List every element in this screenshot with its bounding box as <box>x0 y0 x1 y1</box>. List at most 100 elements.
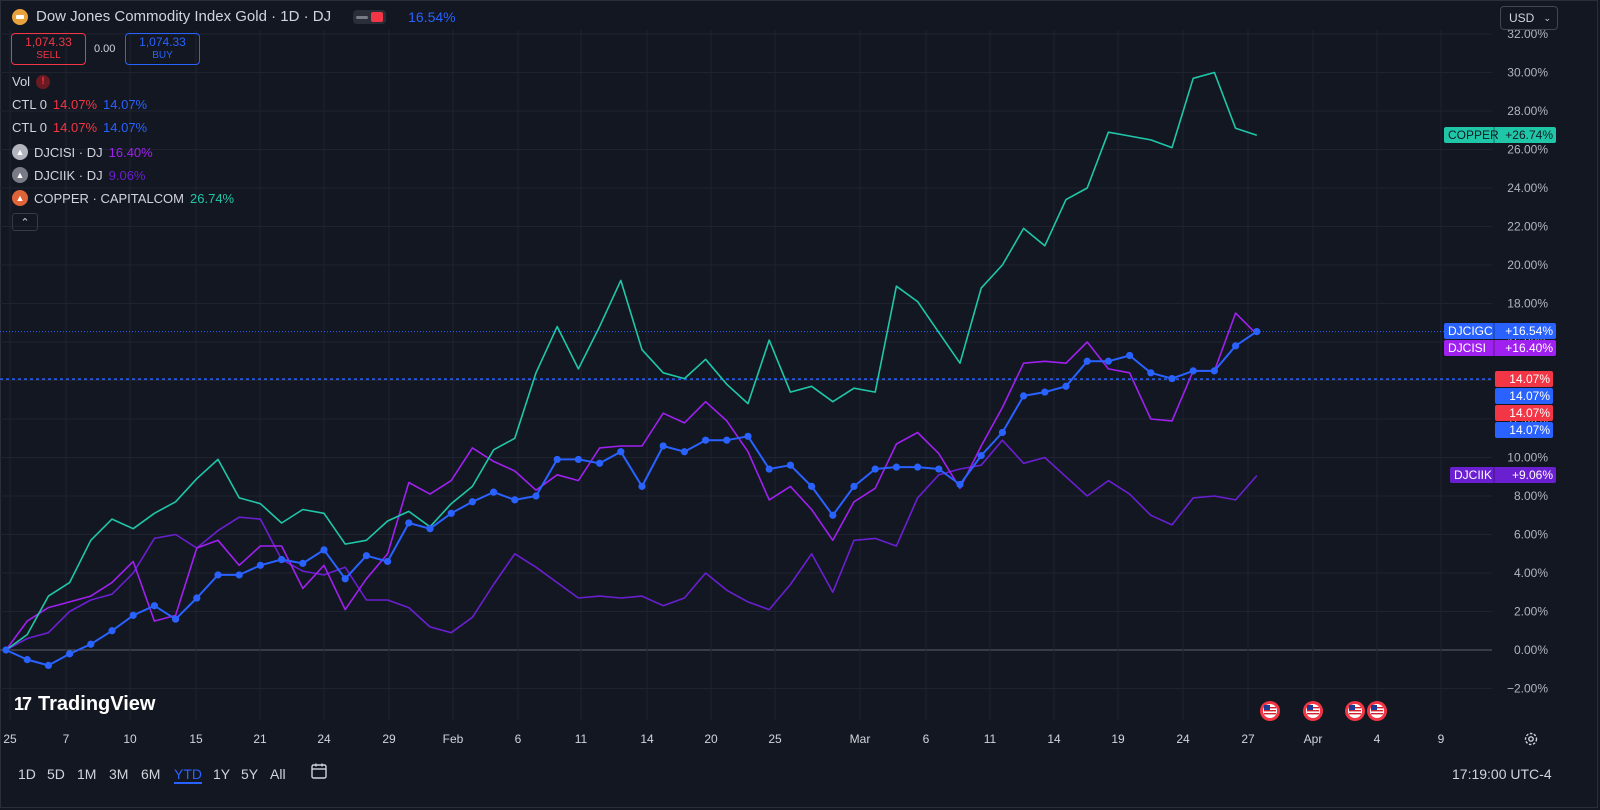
buy-price: 1,074.33 <box>139 35 186 49</box>
hide-icon[interactable] <box>371 11 384 22</box>
y-tick-label: 24.00% <box>1507 181 1548 195</box>
timeframe-5d[interactable]: 5D <box>47 766 65 782</box>
buy-button[interactable]: 1,074.33 BUY <box>125 33 200 65</box>
data-point-djcigc <box>977 451 985 460</box>
data-point-djcigc <box>1083 357 1091 365</box>
sell-button[interactable]: 1,074.33 SELL <box>11 33 86 65</box>
data-point-djcigc <box>2 646 10 654</box>
gear-icon[interactable] <box>1523 731 1539 747</box>
us-flag-icon[interactable] <box>1367 701 1387 721</box>
data-point-djcigc <box>723 436 731 444</box>
data-point-djcigc <box>299 559 307 567</box>
us-flag-icon[interactable] <box>1303 701 1323 721</box>
y-tick-label: 28.00% <box>1507 104 1548 118</box>
y-tick-label: 22.00% <box>1507 220 1548 234</box>
timeframe-6m[interactable]: 6M <box>141 766 160 782</box>
legend-vol[interactable]: Vol ! <box>12 74 51 89</box>
timeframe-1d[interactable]: 1D <box>18 766 36 782</box>
series-badge-label: COPPER <box>1448 128 1499 142</box>
data-point-djcigc <box>384 557 392 566</box>
data-point-djcigc <box>871 465 879 473</box>
legend-ctl-1[interactable]: CTL 0 14.07% 14.07% <box>12 97 147 112</box>
data-point-djcigc <box>914 463 922 471</box>
data-point-djcigc <box>850 482 858 490</box>
us-flag-stripe <box>1264 713 1276 715</box>
legend-djcisi-value: 16.40% <box>108 144 153 160</box>
silver-symbol-icon: ▲ <box>12 144 28 160</box>
data-point-djcigc <box>129 611 137 619</box>
data-point-djcigc <box>617 448 625 456</box>
x-tick-label: 20 <box>704 732 718 746</box>
clock[interactable]: 17:19:00 UTC-4 <box>1452 766 1552 782</box>
series-badge-value: +26.74% <box>1505 128 1553 142</box>
x-tick-label: 15 <box>189 732 203 746</box>
data-point-djcigc <box>892 463 901 471</box>
y-tick-label: 26.00% <box>1507 143 1548 157</box>
timeframe-ytd[interactable]: YTD <box>174 766 202 784</box>
us-flag-icon[interactable] <box>1260 701 1280 721</box>
timeframe-all[interactable]: All <box>270 766 286 782</box>
collapse-legend-button[interactable]: ⌃ <box>12 213 38 231</box>
legend-djciik-label: DJCIIK · DJ <box>34 167 103 183</box>
timeframe-5y[interactable]: 5Y <box>241 766 258 782</box>
legend-copper-label: COPPER · CAPITALCOM <box>34 190 185 206</box>
buy-label: BUY <box>152 50 173 61</box>
data-point-djcigc <box>214 571 222 579</box>
warning-icon[interactable]: ! <box>36 74 51 89</box>
chart-title[interactable]: Dow Jones Commodity Index Gold · 1D · DJ <box>36 8 331 25</box>
data-point-djcigc <box>362 552 370 560</box>
timeframe-1m[interactable]: 1M <box>77 766 96 782</box>
ctl-badge-value: 14.07% <box>1509 423 1550 437</box>
data-point-djcigc <box>193 594 201 602</box>
x-tick-label: 14 <box>1047 732 1061 746</box>
y-tick-label: 0.00% <box>1514 643 1548 657</box>
series-line-djcigc <box>5 330 1258 667</box>
bottom-toolbar <box>0 756 1598 790</box>
legend-vol-label: Vol <box>12 74 31 89</box>
display-toggle[interactable] <box>353 9 387 24</box>
x-tick-label: 14 <box>640 732 654 746</box>
data-point-djcigc <box>447 509 455 517</box>
data-point-djcigc <box>1189 367 1197 375</box>
data-point-djcigc <box>320 546 328 554</box>
data-point-djcigc <box>490 488 498 496</box>
minimize-icon[interactable] <box>356 15 369 19</box>
chevron-up-icon: ⌃ <box>20 217 30 229</box>
legend-copper[interactable]: ▲ COPPER · CAPITALCOM 26.74% <box>12 190 234 206</box>
x-tick-label: 27 <box>1241 732 1255 746</box>
data-point-djcigc <box>744 432 752 440</box>
legend-ctl-2[interactable]: CTL 0 14.07% 14.07% <box>12 120 147 135</box>
legend-djcisi-label: DJCISI · DJ <box>34 144 103 160</box>
x-tick-label: Apr <box>1304 732 1323 746</box>
timeframe-3m[interactable]: 3M <box>109 766 128 782</box>
y-tick-label: 8.00% <box>1514 489 1548 503</box>
data-point-djcigc <box>405 519 413 527</box>
ctl-badge-value: 14.07% <box>1509 389 1550 403</box>
data-point-djcigc <box>44 661 53 670</box>
series-layer <box>2 71 1261 670</box>
brand-name: TradingView <box>38 693 156 715</box>
timeframe-1y[interactable]: 1Y <box>213 766 230 782</box>
reference-lines <box>0 331 1492 380</box>
x-tick-label: 29 <box>382 732 396 746</box>
data-point-djcigc <box>596 459 604 467</box>
tradingview-logo[interactable]: 17 TradingView <box>14 693 155 716</box>
data-point-djcigc <box>1168 374 1176 383</box>
us-flag-canton <box>1371 705 1377 710</box>
x-tick-label: 24 <box>1176 732 1190 746</box>
calendar-range-icon[interactable] <box>310 762 328 780</box>
data-point-djcigc <box>1147 369 1155 377</box>
legend-djciik-value: 9.06% <box>108 167 146 183</box>
data-point-djcigc <box>511 496 519 504</box>
data-point-djcigc <box>1020 392 1028 400</box>
legend-djcisi[interactable]: ▲ DJCISI · DJ 16.40% <box>12 144 153 160</box>
x-tick-label: 19 <box>1111 732 1125 746</box>
legend-djciik[interactable]: ▲ DJCIIK · DJ 9.06% <box>12 167 146 183</box>
currency-select[interactable]: USD ⌄ <box>1500 6 1558 30</box>
header-change: 16.54% <box>408 8 456 25</box>
x-tick-label: Mar <box>850 732 871 746</box>
series-badge-label: DJCISI <box>1448 341 1486 355</box>
us-flag-icon[interactable] <box>1345 701 1365 721</box>
data-point-djcigc <box>956 480 964 489</box>
chart-canvas[interactable]: 32.00%30.00%28.00%26.00%24.00%22.00%20.0… <box>0 0 1600 810</box>
